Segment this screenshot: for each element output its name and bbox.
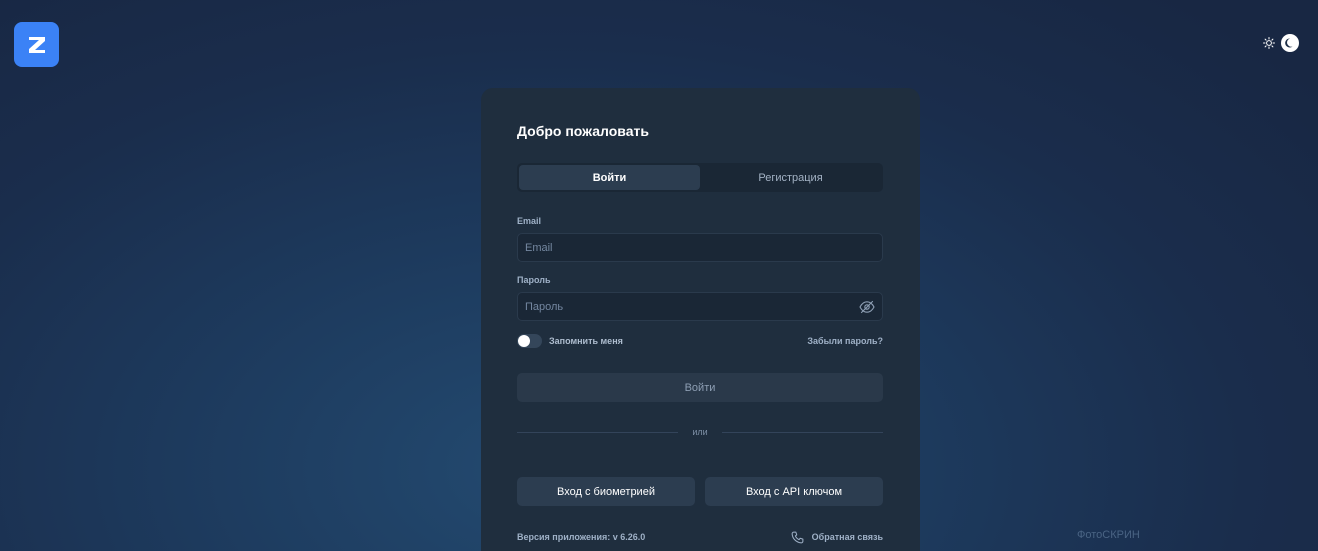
remember-group: Запомнить меня — [517, 334, 623, 348]
z-logo-icon — [28, 36, 45, 53]
divider-label: или — [692, 427, 708, 437]
divider-line-left — [517, 431, 679, 433]
login-button[interactable]: Войти — [517, 373, 883, 402]
moon-icon[interactable] — [1281, 34, 1299, 52]
or-divider: или — [517, 426, 883, 438]
sun-icon[interactable] — [1260, 34, 1278, 52]
biometric-login-button[interactable]: Вход с биометрией — [517, 477, 695, 506]
password-field-wrapper — [517, 292, 883, 321]
forgot-password-link[interactable]: Забыли пароль? — [807, 336, 883, 346]
remember-label: Запомнить меня — [549, 336, 623, 346]
card-footer: Версия приложения: v 6.26.0 Обратная свя… — [517, 530, 883, 544]
card-title: Добро пожаловать — [517, 123, 649, 139]
divider-line-right — [721, 431, 883, 433]
api-key-login-button[interactable]: Вход с API ключом — [705, 477, 883, 506]
feedback-label: Обратная связь — [811, 532, 883, 542]
auth-tabs: Войти Регистрация — [517, 163, 883, 192]
password-input[interactable] — [518, 293, 852, 320]
remember-row: Запомнить меня Забыли пароль? — [517, 333, 883, 349]
alt-login-row: Вход с биометрией Вход с API ключом — [517, 477, 883, 506]
watermark: ФотоСКРИН — [1077, 529, 1140, 541]
password-label: Пароль — [517, 275, 551, 285]
remember-switch[interactable] — [517, 334, 542, 348]
feedback-link[interactable]: Обратная связь — [791, 531, 883, 544]
tab-login[interactable]: Войти — [519, 165, 700, 190]
switch-knob — [518, 335, 530, 347]
theme-toggle[interactable] — [1260, 34, 1299, 52]
eye-off-icon[interactable] — [852, 293, 882, 320]
email-label: Email — [517, 216, 542, 226]
phone-icon — [791, 531, 804, 543]
app-version: Версия приложения: v 6.26.0 — [517, 532, 646, 542]
tab-register[interactable]: Регистрация — [700, 165, 881, 190]
app-logo[interactable] — [14, 22, 59, 67]
email-input[interactable] — [518, 234, 882, 261]
email-field-wrapper — [517, 233, 883, 262]
